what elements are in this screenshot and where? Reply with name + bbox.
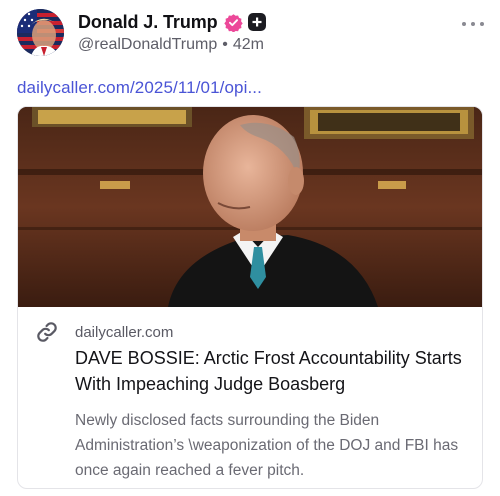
card-image <box>18 107 482 307</box>
meta-row: @realDonaldTrump • 42m <box>78 36 266 54</box>
post: Donald J. Trump @realDonaldTrump • 42m d… <box>0 0 500 496</box>
link-preview-card[interactable]: dailycaller.com DAVE BOSSIE: Arctic Fros… <box>17 106 483 489</box>
meta-separator: • <box>222 36 228 53</box>
link-icon <box>36 321 58 343</box>
more-dot <box>462 22 466 26</box>
avatar[interactable] <box>17 9 64 56</box>
handle[interactable]: @realDonaldTrump <box>78 36 217 54</box>
display-name[interactable]: Donald J. Trump <box>78 12 218 33</box>
name-row: Donald J. Trump <box>78 11 266 33</box>
card-domain: dailycaller.com <box>75 323 174 341</box>
author-block: Donald J. Trump @realDonaldTrump • 42m <box>78 11 266 54</box>
post-header: Donald J. Trump @realDonaldTrump • 42m <box>17 7 484 57</box>
card-title[interactable]: DAVE BOSSIE: Arctic Frost Accountability… <box>75 345 475 397</box>
more-dot <box>480 22 484 26</box>
card-domain-row: dailycaller.com <box>36 321 173 343</box>
plus-badge-icon <box>247 13 266 31</box>
post-link[interactable]: dailycaller.com/2025/11/01/opi... <box>17 78 262 98</box>
more-options-icon[interactable] <box>462 19 484 29</box>
timestamp[interactable]: 42m <box>233 36 264 54</box>
more-dot <box>471 22 475 26</box>
verified-badge-icon <box>223 13 243 33</box>
card-description: Newly disclosed facts surrounding the Bi… <box>75 412 459 479</box>
avatar-image <box>17 9 64 56</box>
